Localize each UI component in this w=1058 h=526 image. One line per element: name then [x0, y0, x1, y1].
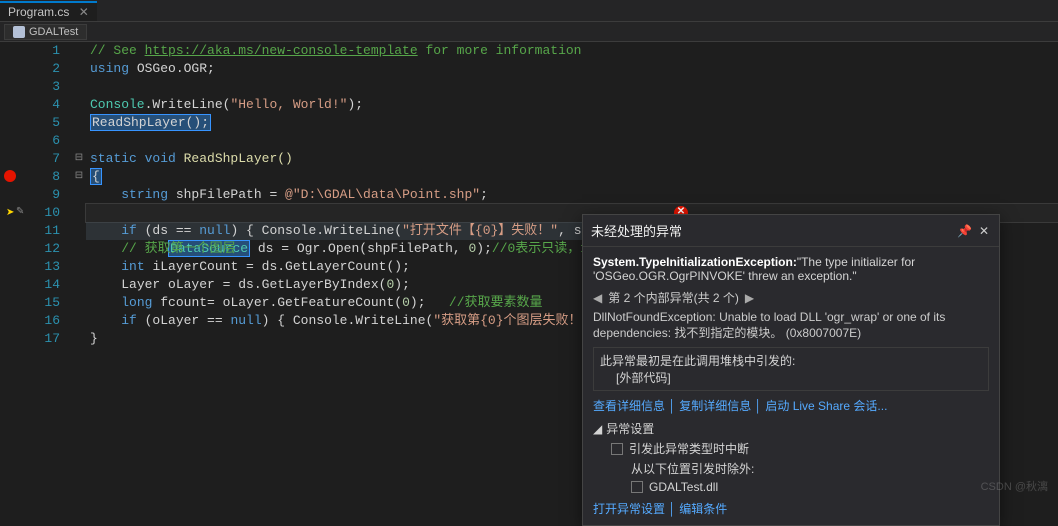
execution-pointer-icon: ➤: [6, 207, 14, 219]
copy-details-link[interactable]: 复制详细信息: [679, 399, 751, 413]
project-context-dropdown[interactable]: GDALTest: [4, 24, 87, 40]
csharp-icon: [13, 26, 25, 38]
exception-body: System.TypeInitializationException:"The …: [583, 247, 999, 525]
next-exception-icon[interactable]: ▶: [745, 291, 754, 305]
checkbox-icon: [611, 443, 623, 455]
code-line: Console.WriteLine("Hello, World!");: [86, 96, 1058, 114]
exception-links: 查看详细信息 │ 复制详细信息 │ 启动 Live Share 会话...: [593, 397, 989, 414]
line-number: 2: [32, 60, 60, 78]
line-number-column: 1 2 3 4 5 6 7 8 9 10 11 12 13 14 15 16 1…: [32, 42, 72, 500]
line-number: 5: [32, 114, 60, 132]
line-number: 9: [32, 186, 60, 204]
file-tab-bar: Program.cs ✕: [0, 0, 1058, 22]
fold-toggle-icon[interactable]: ⊟: [72, 168, 86, 186]
line-number: 14: [32, 276, 60, 294]
checkbox-icon: [631, 481, 643, 493]
tab-label: Program.cs: [8, 5, 69, 19]
tab-program-cs[interactable]: Program.cs ✕: [0, 1, 97, 21]
code-line: [86, 132, 1058, 150]
line-number: 15: [32, 294, 60, 312]
code-line: string shpFilePath = @"D:\GDAL\data\Poin…: [86, 186, 1058, 204]
context-bar: GDALTest: [0, 22, 1058, 42]
edit-conditions-link[interactable]: 编辑条件: [679, 502, 727, 516]
break-on-type-checkbox[interactable]: 引发此异常类型时中断: [611, 440, 989, 457]
collapse-icon: ◢: [593, 422, 602, 436]
code-line: {: [86, 168, 1058, 186]
line-number: 17: [32, 330, 60, 348]
callstack-label: 此异常最初是在此调用堆栈中引发的:: [600, 352, 982, 369]
line-number: 8: [32, 168, 60, 186]
glyph-margin: ➤ ✎: [0, 42, 32, 500]
line-number: 6: [32, 132, 60, 150]
line-number: 16: [32, 312, 60, 330]
line-number: 3: [32, 78, 60, 96]
line-number: 4: [32, 96, 60, 114]
code-line: [86, 78, 1058, 96]
exception-title: 未经处理的异常: [591, 221, 951, 240]
line-number: 7: [32, 150, 60, 168]
breakpoint-icon[interactable]: [4, 170, 16, 182]
callstack-item: [外部代码]: [616, 369, 982, 386]
fold-toggle-icon[interactable]: ⊟: [72, 150, 86, 168]
line-number: 13: [32, 258, 60, 276]
inner-exception-nav: ◀ 第 2 个内部异常(共 2 个) ▶: [593, 289, 989, 306]
except-when-label: 从以下位置引发时除外:: [631, 460, 989, 477]
exception-popup: 未经处理的异常 📌 ✕ System.TypeInitializationExc…: [582, 214, 1000, 526]
code-line: // See https://aka.ms/new-console-templa…: [86, 42, 1058, 60]
view-details-link[interactable]: 查看详细信息: [593, 399, 665, 413]
line-number: 12: [32, 240, 60, 258]
code-line: ReadShpLayer();: [86, 114, 1058, 132]
line-number: 10: [32, 204, 60, 222]
exception-footer-links: 打开异常设置 │ 编辑条件: [593, 500, 989, 517]
exception-header: 未经处理的异常 📌 ✕: [583, 215, 999, 247]
fold-column: ⊟ ⊟: [72, 42, 86, 500]
close-icon[interactable]: ✕: [977, 224, 991, 238]
inner-exception-text: DllNotFoundException: Unable to load DLL…: [593, 310, 989, 341]
edit-indicator-icon: ✎: [16, 206, 24, 218]
code-line: static void ReadShpLayer(): [86, 150, 1058, 168]
pin-icon[interactable]: 📌: [957, 224, 971, 238]
open-exception-settings-link[interactable]: 打开异常设置: [593, 502, 665, 516]
close-icon[interactable]: ✕: [79, 5, 89, 19]
prev-exception-icon[interactable]: ◀: [593, 291, 602, 305]
live-share-link[interactable]: 启动 Live Share 会话...: [765, 399, 887, 413]
line-number: 11: [32, 222, 60, 240]
callstack-box: 此异常最初是在此调用堆栈中引发的: [外部代码]: [593, 347, 989, 391]
inner-exception-index: 第 2 个内部异常(共 2 个): [608, 289, 739, 306]
except-module-checkbox[interactable]: GDALTest.dll: [631, 480, 989, 494]
context-label: GDALTest: [29, 26, 78, 38]
watermark: CSDN @秋漓: [981, 478, 1048, 494]
exception-settings-section[interactable]: ◢ 异常设置: [593, 420, 989, 437]
line-number: 1: [32, 42, 60, 60]
code-line: using OSGeo.OGR;: [86, 60, 1058, 78]
exception-message: System.TypeInitializationException:"The …: [593, 255, 989, 283]
